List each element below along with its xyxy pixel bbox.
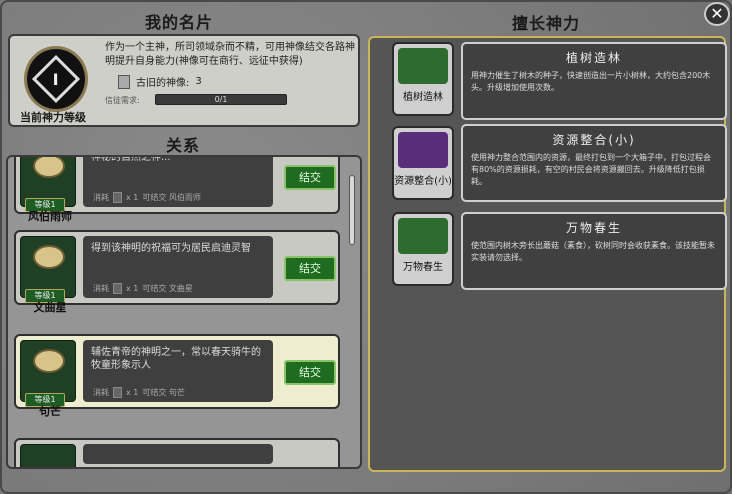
deity-portrait: 等级1 — [20, 236, 76, 303]
skill-description: 使范围内树木旁长出蘑菇（素食），砍树同时会收获素食。该技能暂未实装请勿选择。 — [471, 241, 715, 262]
deity-description: 得到该神明的祝福可为居民启迪灵智 消耗 x 1 可结交 文曲星 — [83, 236, 273, 298]
deity-description: 辅佐青帝的神明之一，常以春天骑牛的牧童形象示人 消耗 x 1 可结交 句芒 — [83, 340, 273, 402]
skill-icon-label: 万物春生 — [403, 262, 443, 273]
skill-box-resource: 资源整合(小) 使用神力整合范围内的资源，最终打包到一个大箱子中，打包过程会有80… — [461, 124, 727, 202]
deity-glyph-icon — [33, 349, 65, 373]
deity-portrait: 等级1 — [20, 157, 76, 212]
cost-row: 消耗 x 1 可结交 文曲星 — [93, 282, 193, 295]
deity-glyph-icon — [33, 157, 65, 178]
idol-icon — [113, 387, 122, 398]
close-icon[interactable]: ✕ — [704, 2, 730, 26]
skill-box-spring: 万物春生使范围内树木旁长出蘑菇（素食），砍树同时会收获素食。该技能暂未实装请勿选… — [461, 212, 727, 290]
idol-icon — [113, 283, 122, 294]
ancient-idol-label: 古旧的神像: — [136, 78, 190, 89]
idol-icon — [113, 192, 122, 203]
befriend-button[interactable]: 结交 — [284, 360, 336, 385]
skill-icon-label: 资源整合(小) — [394, 176, 452, 187]
cost-row: 消耗 x 1 可结交 句芒 — [93, 386, 185, 399]
tree-icon — [398, 48, 448, 84]
emblem-symbol: I — [53, 69, 59, 89]
skill-title: 植树造林 — [565, 51, 622, 65]
cost-text: 可结交 文曲星 — [142, 284, 193, 293]
deity-name: 风伯雨师 — [28, 210, 72, 223]
relations-scrollbar[interactable] — [349, 175, 355, 245]
cost-label: 消耗 — [93, 193, 109, 202]
box-icon — [398, 132, 448, 168]
relations-title: 关系 — [166, 136, 201, 155]
deity-glyph-icon — [33, 245, 65, 269]
name-card: I 当前神力等级 作为一个主神，所司领域杂而不精，可用神像结交各路神明提升自身能… — [8, 34, 360, 127]
cost-row: 消耗 x 1 可结交 风伯雨师 — [93, 191, 201, 204]
divine-level-emblem-icon: I — [24, 46, 88, 112]
cost-count: x 1 — [126, 284, 139, 293]
deity-description: 神秘的自然之神... 消耗 x 1 可结交 风伯雨师 — [83, 155, 273, 207]
cost-text: 可结交 句芒 — [142, 388, 185, 397]
cost-text: 可结交 风伯雨师 — [142, 193, 201, 202]
relations-list: 等级1 风伯雨师 神秘的自然之神... 消耗 x 1 可结交 风伯雨师 结交 等级1… — [6, 155, 362, 469]
mushroom-icon — [398, 218, 448, 254]
belief-progress-bar: 0/1 — [155, 94, 287, 105]
ancient-idol-count: 3 — [195, 76, 202, 87]
deity-text: 得到该神明的祝福可为居民启迪灵智 — [91, 243, 251, 254]
card-description: 作为一个主神，所司领域杂而不精，可用神像结交各路神明提升自身能力(神像可在商行、… — [105, 42, 355, 67]
divine-level-label: 当前神力等级 — [20, 111, 86, 124]
deity-description — [83, 444, 273, 464]
deity-name: 文曲星 — [33, 301, 67, 314]
skills-panel: 植树造林 植树造林用神力催生了树木的种子，快速创造出一片小树林，大约包含200木… — [368, 36, 727, 472]
deity-text: 辅佐青帝的神明之一，常以春天骑牛的牧童形象示人 — [91, 347, 261, 371]
deity-text: 神秘的自然之神... — [91, 155, 171, 163]
cost-count: x 1 — [126, 388, 139, 397]
befriend-button[interactable]: 结交 — [284, 165, 336, 190]
skill-description: 使用神力整合范围内的资源，最终打包到一个大箱子中，打包过程会有80%的资源损耗，… — [471, 153, 711, 186]
relation-card-wenquxing: 等级1 文曲星 得到该神明的祝福可为居民启迪灵智 消耗 x 1 可结交 文曲星 结交 — [14, 230, 340, 314]
skill-icon-resource[interactable]: 资源整合(小) — [392, 126, 454, 200]
skill-title: 资源整合(小) — [552, 133, 636, 147]
skills-title: 擅长神力 — [512, 14, 581, 33]
my-card-title: 我的名片 — [145, 13, 214, 32]
relation-card-next — [14, 438, 340, 467]
skill-title: 万物春生 — [565, 221, 622, 235]
deity-portrait: 等级1 — [20, 340, 76, 407]
relation-card-fengbo: 等级1 风伯雨师 神秘的自然之神... 消耗 x 1 可结交 风伯雨师 结交 — [14, 155, 340, 223]
idol-icon — [118, 74, 130, 89]
relation-card-goumang: 等级1 句芒 辅佐青帝的神明之一，常以春天骑牛的牧童形象示人 消耗 x 1 可结交 … — [14, 334, 340, 418]
deity-name: 句芒 — [39, 405, 61, 418]
belief-label: 信徒需求: — [105, 96, 140, 105]
skill-icon-afforest[interactable]: 植树造林 — [392, 42, 454, 116]
game-window: 我的名片 I 当前神力等级 作为一个主神，所司领域杂而不精，可用神像结交各路神明… — [0, 0, 732, 494]
skill-box-afforest: 植树造林用神力催生了树木的种子，快速创造出一片小树林，大约包含200木头。升级增… — [461, 42, 727, 120]
ancient-idol-row: 古旧的神像: 3 — [118, 74, 202, 89]
skill-description: 用神力催生了树木的种子，快速创造出一片小树林，大约包含200木头。升级增加使用次… — [471, 71, 711, 92]
cost-label: 消耗 — [93, 388, 109, 397]
cost-count: x 1 — [126, 193, 139, 202]
skill-icon-spring[interactable]: 万物春生 — [392, 212, 454, 286]
cost-label: 消耗 — [93, 284, 109, 293]
deity-portrait — [20, 444, 76, 467]
skill-icon-label: 植树造林 — [403, 92, 443, 103]
befriend-button[interactable]: 结交 — [284, 256, 336, 281]
